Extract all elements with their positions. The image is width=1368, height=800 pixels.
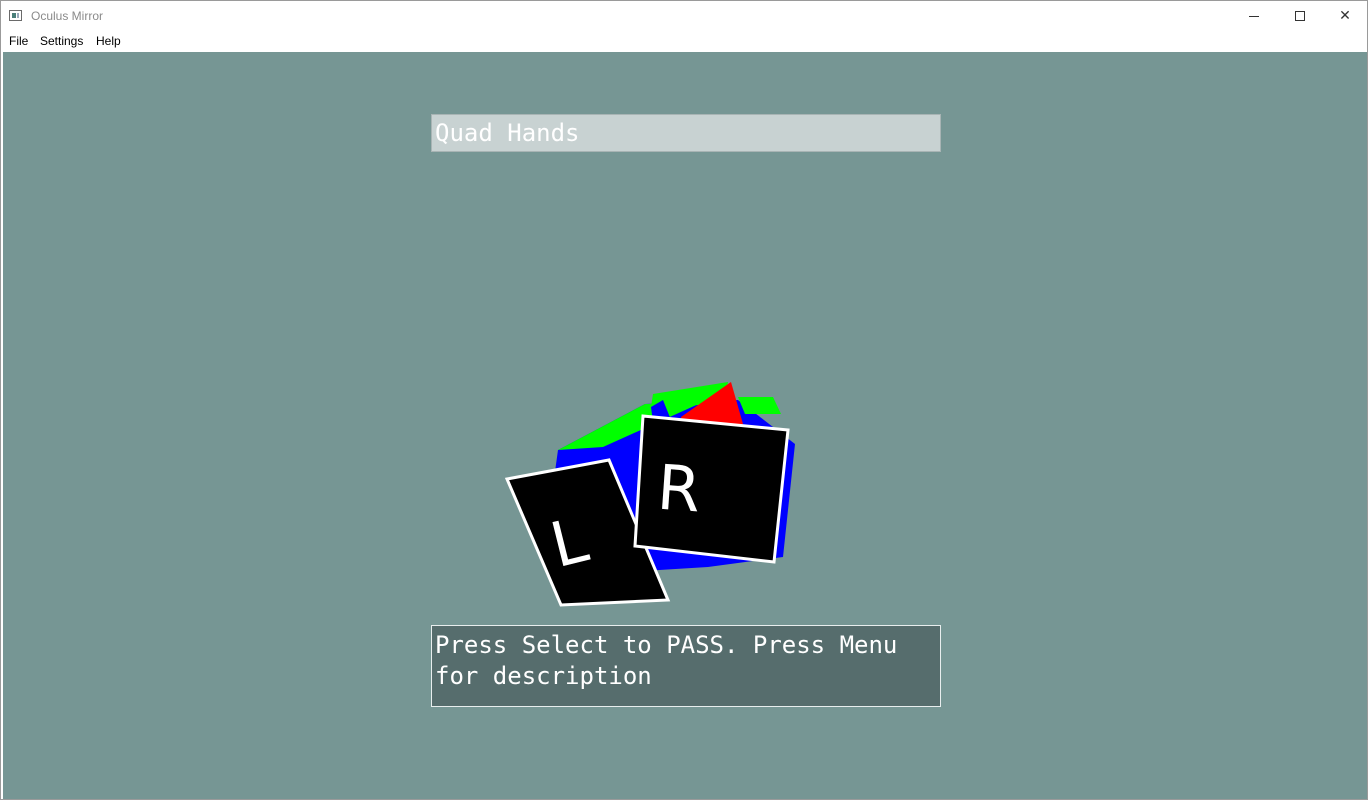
instruction-panel: Press Select to PASS. Press Menu for des… (431, 625, 941, 707)
minimize-button[interactable] (1231, 1, 1277, 31)
vr-mirror-viewport[interactable]: Quad Hands L R Press Select to PASS. Pre… (3, 52, 1367, 799)
menu-help[interactable]: Help (96, 34, 121, 48)
menu-file[interactable]: File (9, 34, 28, 48)
menu-settings[interactable]: Settings (40, 34, 83, 48)
title-bar[interactable]: Oculus Mirror ✕ (1, 1, 1367, 31)
minimize-icon (1249, 16, 1259, 17)
oculus-mirror-window: Oculus Mirror ✕ File Settings Help Quad … (0, 0, 1368, 800)
close-button[interactable]: ✕ (1322, 1, 1368, 31)
right-hand-quad: R (633, 414, 790, 564)
window-title: Oculus Mirror (31, 9, 104, 23)
menu-bar: File Settings Help (1, 31, 1367, 51)
close-icon: ✕ (1339, 8, 1351, 24)
app-icon (9, 10, 22, 21)
right-hand-label: R (655, 451, 703, 527)
cube-green-face-right (738, 397, 781, 414)
instruction-message: Press Select to PASS. Press Menu for des… (435, 631, 898, 690)
maximize-icon (1295, 11, 1305, 21)
maximize-button[interactable] (1277, 1, 1323, 31)
